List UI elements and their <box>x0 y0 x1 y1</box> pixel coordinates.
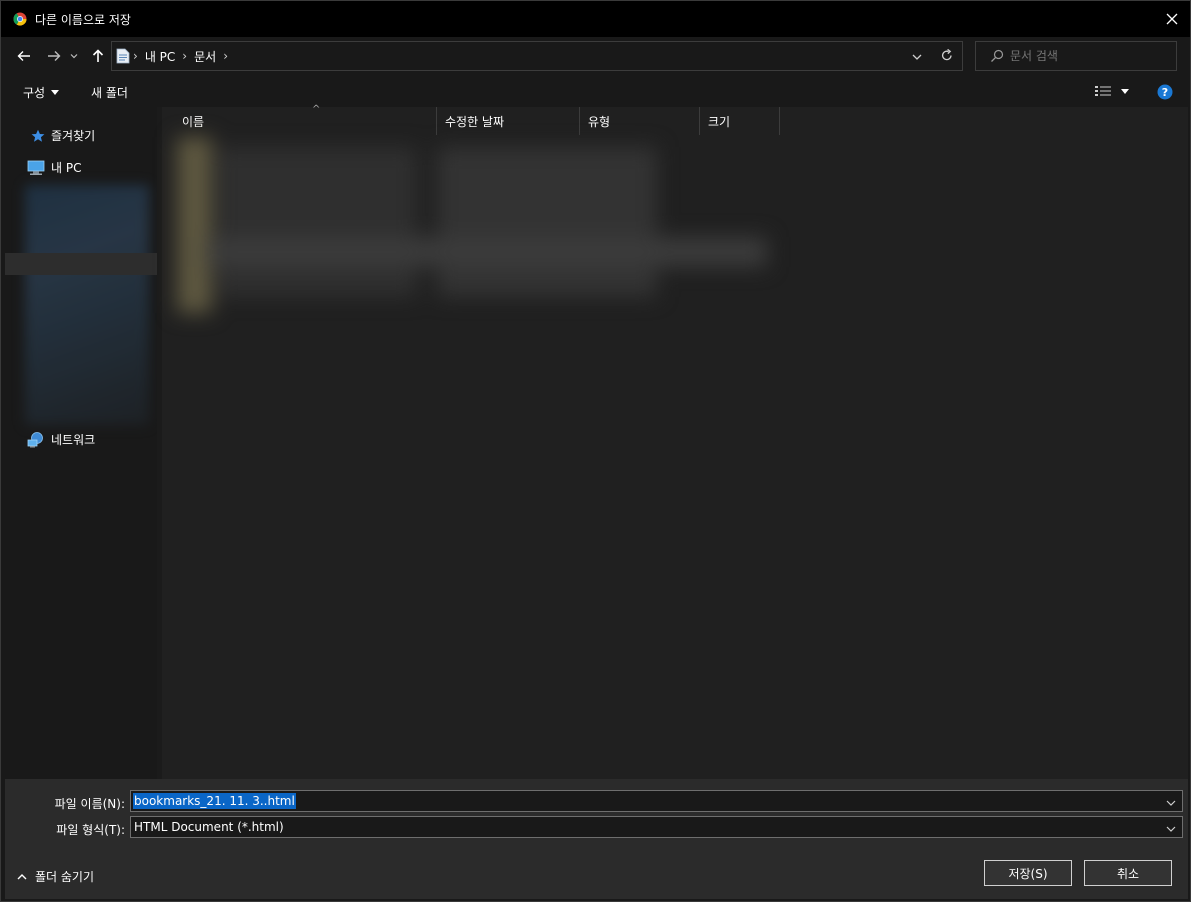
filename-label: 파일 이름(N): <box>54 797 125 811</box>
filename-dropdown-button[interactable] <box>1166 796 1176 810</box>
hide-folders-label: 폴더 숨기기 <box>35 870 95 884</box>
sidebar-item-label: 네트워크 <box>51 433 96 447</box>
column-header-size[interactable]: 크기 <box>700 107 780 135</box>
help-button[interactable]: ? <box>1157 84 1173 100</box>
new-folder-label: 새 폴더 <box>91 86 128 100</box>
documents-folder-icon <box>116 48 130 64</box>
up-button[interactable] <box>87 45 109 67</box>
breadcrumb-documents[interactable]: 문서 <box>194 48 216 65</box>
column-header-date-modified[interactable]: 수정한 날짜 <box>437 107 580 135</box>
sidebar-item-quick-access[interactable]: 즐겨찾기 <box>31 127 95 144</box>
selected-nav-item-highlight <box>5 253 161 275</box>
details-view-icon <box>1095 86 1111 96</box>
view-options-button[interactable] <box>1095 85 1129 97</box>
window-title: 다른 이름으로 저장 <box>35 12 131 27</box>
column-header-name[interactable]: 이름 ^ <box>174 104 437 135</box>
recent-locations-button[interactable] <box>67 45 81 67</box>
blurred-file-list <box>177 137 777 315</box>
address-bar[interactable]: › 내 PC › 문서 › <box>111 41 963 71</box>
organize-button[interactable]: 구성 <box>23 84 60 101</box>
content-area: 즐겨찾기 내 PC 네트워크 이름 ^ 수정한 날짜 유형 크기 <box>5 104 1188 779</box>
filename-field[interactable]: bookmarks_21. 11. 3..html <box>130 790 1183 812</box>
navigation-pane: 즐겨찾기 내 PC 네트워크 <box>5 107 162 779</box>
star-icon <box>31 129 45 142</box>
help-icon: ? <box>1157 84 1173 100</box>
chevron-right-icon: › <box>223 49 229 63</box>
sidebar-item-label: 내 PC <box>51 161 82 175</box>
chevron-down-icon <box>1166 800 1176 806</box>
arrow-right-icon <box>48 51 61 61</box>
svg-text:?: ? <box>1162 86 1168 99</box>
refresh-button[interactable] <box>941 48 953 65</box>
save-button[interactable]: 저장(S) <box>984 860 1072 886</box>
filetype-dropdown-button[interactable] <box>1166 822 1176 836</box>
column-header-label: 유형 <box>588 114 611 129</box>
save-as-dialog: 다른 이름으로 저장 › 내 PC › 문서 › 문서 검색 구성 새 폴더 ?… <box>0 0 1191 902</box>
column-headers: 이름 ^ 수정한 날짜 유형 크기 <box>162 104 1188 135</box>
refresh-icon <box>941 48 952 61</box>
cancel-button[interactable]: 취소 <box>1084 860 1172 886</box>
chevron-down-icon <box>1166 826 1176 832</box>
search-box[interactable] <box>975 41 1177 71</box>
filename-selected-text[interactable]: bookmarks_21. 11. 3..html <box>133 793 296 809</box>
computer-icon <box>27 160 45 175</box>
sidebar-item-network[interactable]: 네트워크 <box>27 431 95 448</box>
breadcrumb-this-pc[interactable]: 내 PC <box>145 48 175 65</box>
caret-down-icon <box>1121 88 1129 94</box>
new-folder-button[interactable]: 새 폴더 <box>91 84 128 101</box>
chevron-right-icon: › <box>182 49 188 63</box>
arrow-left-icon <box>17 51 30 61</box>
column-header-type[interactable]: 유형 <box>580 107 700 135</box>
arrow-up-icon <box>92 49 104 62</box>
organize-label: 구성 <box>23 86 46 100</box>
sort-ascending-icon: ^ <box>312 104 321 115</box>
save-form-area: 파일 이름(N): bookmarks_21. 11. 3..html 파일 형… <box>5 779 1188 899</box>
network-icon <box>27 431 43 447</box>
caret-down-icon <box>51 90 60 95</box>
address-history-button[interactable] <box>912 50 922 64</box>
close-button[interactable] <box>1158 5 1186 33</box>
title-bar: 다른 이름으로 저장 <box>1 1 1190 37</box>
chrome-icon <box>13 12 27 26</box>
chevron-up-icon <box>17 873 27 879</box>
column-header-label: 크기 <box>708 114 731 129</box>
sidebar-item-label: 즐겨찾기 <box>51 129 96 143</box>
forward-button[interactable] <box>43 45 65 67</box>
filetype-selected-value: HTML Document (*.html) <box>134 820 284 834</box>
search-input[interactable] <box>1010 49 1170 63</box>
chevron-down-icon <box>70 54 78 59</box>
back-button[interactable] <box>13 45 35 67</box>
filetype-label: 파일 형식(T): <box>56 823 125 837</box>
navigation-bar: › 내 PC › 문서 › <box>1 37 1190 77</box>
chevron-down-icon <box>912 54 922 60</box>
blurred-folder-tree <box>25 185 149 425</box>
filetype-select[interactable]: HTML Document (*.html) <box>130 816 1183 838</box>
search-icon <box>991 49 1004 62</box>
file-list-pane: 이름 ^ 수정한 날짜 유형 크기 <box>162 104 1188 779</box>
chevron-right-icon: › <box>133 49 138 63</box>
hide-folders-button[interactable]: 폴더 숨기기 <box>17 868 94 885</box>
command-toolbar: 구성 새 폴더 ? <box>1 77 1190 107</box>
close-icon <box>1166 13 1178 25</box>
sidebar-item-this-pc[interactable]: 내 PC <box>27 159 81 176</box>
column-header-label: 수정한 날짜 <box>445 114 505 129</box>
column-header-label: 이름 <box>182 114 205 129</box>
